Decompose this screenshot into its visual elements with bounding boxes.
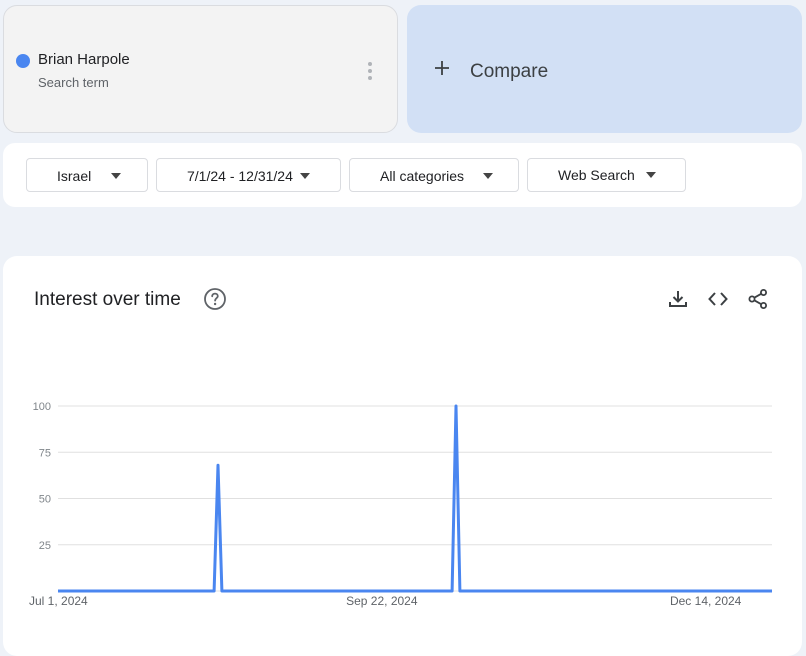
compare-button[interactable]: Compare (407, 5, 802, 133)
plus-icon (431, 57, 453, 79)
category-dropdown[interactable]: All categories (349, 158, 519, 192)
date-range-dropdown[interactable]: 7/1/24 - 12/31/24 (156, 158, 341, 192)
y-tick-label: 25 (39, 540, 51, 552)
chevron-down-icon (111, 173, 121, 179)
chevron-down-icon (646, 172, 656, 178)
filter-bar: Israel 7/1/24 - 12/31/24 All categories … (3, 143, 802, 207)
series-color-dot (16, 54, 30, 68)
region-dropdown[interactable]: Israel (26, 158, 148, 192)
x-tick-label: Dec 14, 2024 (670, 594, 742, 608)
search-term-subtitle: Search term (38, 75, 109, 90)
more-vert-icon[interactable] (362, 60, 378, 82)
search-term-name: Brian Harpole (38, 51, 130, 68)
chevron-down-icon (483, 173, 493, 179)
search-type-label: Web Search (558, 167, 635, 183)
x-tick-label: Jul 1, 2024 (29, 594, 88, 608)
category-label: All categories (380, 168, 464, 184)
search-type-dropdown[interactable]: Web Search (527, 158, 686, 192)
interest-over-time-card: Interest over time 255075100Jul 1, 2024S… (3, 256, 802, 656)
y-tick-label: 100 (33, 401, 51, 413)
region-label: Israel (57, 168, 91, 184)
date-range-label: 7/1/24 - 12/31/24 (187, 168, 293, 184)
interest-line-chart: 25 50 75 100 Jul 1, 2024 Sep 22, 2024 Dec 14, … (3, 256, 802, 644)
x-tick-label: Sep 22, 2024 (346, 594, 418, 608)
compare-label: Compare (470, 61, 548, 83)
search-term-card[interactable]: Brian Harpole Search term (3, 5, 398, 133)
y-tick-label: 50 (39, 494, 51, 506)
chevron-down-icon (300, 173, 310, 179)
y-tick-label: 75 (39, 447, 51, 459)
